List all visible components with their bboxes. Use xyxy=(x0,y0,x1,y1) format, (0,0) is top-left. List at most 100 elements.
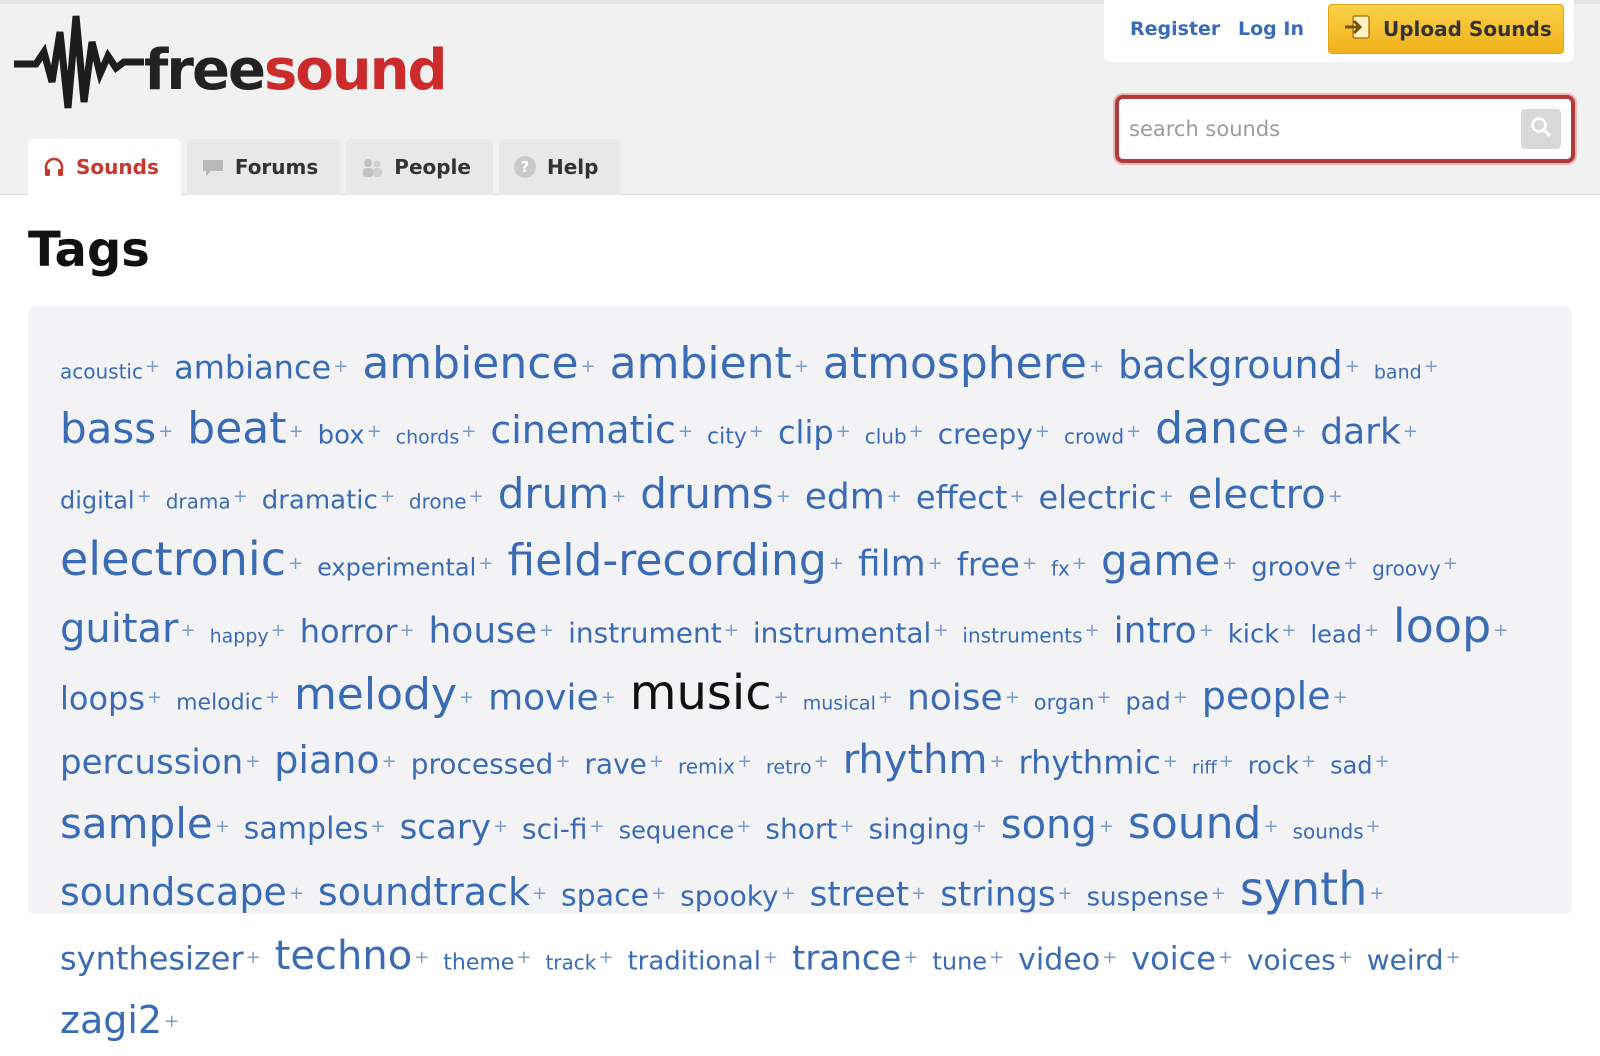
tag-link[interactable]: electric xyxy=(1039,478,1157,516)
tag-link[interactable]: atmosphere xyxy=(823,338,1087,389)
add-tag-icon[interactable]: + xyxy=(233,486,248,507)
tag-link[interactable]: happy xyxy=(210,625,269,647)
add-tag-icon[interactable]: + xyxy=(736,816,751,837)
tag-link[interactable]: drums xyxy=(640,469,773,518)
add-tag-icon[interactable]: + xyxy=(1089,356,1104,377)
add-tag-icon[interactable]: + xyxy=(1343,553,1358,574)
tag-link[interactable]: loops xyxy=(60,679,145,717)
add-tag-icon[interactable]: + xyxy=(181,620,196,641)
tag-link[interactable]: instruments xyxy=(962,623,1082,647)
tag-link[interactable]: pad xyxy=(1126,687,1171,715)
tag-link[interactable]: traditional xyxy=(627,946,761,976)
tag-link[interactable]: music xyxy=(630,665,772,721)
add-tag-icon[interactable]: + xyxy=(1345,356,1360,377)
add-tag-icon[interactable]: + xyxy=(1218,947,1233,968)
add-tag-icon[interactable]: + xyxy=(1173,687,1188,708)
add-tag-icon[interactable]: + xyxy=(611,486,626,507)
add-tag-icon[interactable]: + xyxy=(649,751,664,772)
tag-link[interactable]: ambience xyxy=(362,338,578,389)
add-tag-icon[interactable]: + xyxy=(989,751,1004,772)
add-tag-icon[interactable]: + xyxy=(1263,816,1278,837)
tag-link[interactable]: background xyxy=(1118,343,1343,387)
tag-link[interactable]: voice xyxy=(1131,939,1216,977)
tag-link[interactable]: organ xyxy=(1034,690,1095,714)
tag-link[interactable]: rhythm xyxy=(843,737,988,783)
add-tag-icon[interactable]: + xyxy=(145,356,160,377)
add-tag-icon[interactable]: + xyxy=(598,947,613,968)
add-tag-icon[interactable]: + xyxy=(911,883,926,904)
add-tag-icon[interactable]: + xyxy=(382,751,397,772)
tag-link[interactable]: tune xyxy=(932,947,987,975)
add-tag-icon[interactable]: + xyxy=(1375,751,1390,772)
add-tag-icon[interactable]: + xyxy=(164,1011,179,1032)
add-tag-icon[interactable]: + xyxy=(1424,356,1439,377)
add-tag-icon[interactable]: + xyxy=(1072,553,1087,574)
add-tag-icon[interactable]: + xyxy=(1199,620,1214,641)
tag-link[interactable]: drone xyxy=(409,489,467,513)
tag-link[interactable]: lead xyxy=(1310,620,1361,648)
add-tag-icon[interactable]: + xyxy=(651,883,666,904)
add-tag-icon[interactable]: + xyxy=(1333,687,1348,708)
tag-link[interactable]: acoustic xyxy=(60,359,143,383)
tag-link[interactable]: sci-fi xyxy=(522,812,588,845)
tag-link[interactable]: electronic xyxy=(60,532,286,586)
add-tag-icon[interactable]: + xyxy=(1445,947,1460,968)
add-tag-icon[interactable]: + xyxy=(839,816,854,837)
add-tag-icon[interactable]: + xyxy=(887,486,902,507)
add-tag-icon[interactable]: + xyxy=(928,553,943,574)
add-tag-icon[interactable]: + xyxy=(459,687,474,708)
tab-sounds[interactable]: Sounds xyxy=(28,139,181,195)
tag-link[interactable]: theme xyxy=(443,950,514,975)
tag-link[interactable]: groove xyxy=(1251,552,1341,582)
tag-link[interactable]: track xyxy=(545,950,596,974)
tag-link[interactable]: dark xyxy=(1320,411,1401,452)
add-tag-icon[interactable]: + xyxy=(367,421,382,442)
tag-link[interactable]: soundscape xyxy=(60,870,287,914)
tag-link[interactable]: loop xyxy=(1393,599,1491,653)
tag-link[interactable]: drum xyxy=(498,469,609,518)
add-tag-icon[interactable]: + xyxy=(1035,421,1050,442)
tag-link[interactable]: horror xyxy=(300,612,398,650)
add-tag-icon[interactable]: + xyxy=(1096,687,1111,708)
add-tag-icon[interactable]: + xyxy=(763,947,778,968)
add-tag-icon[interactable]: + xyxy=(989,947,1004,968)
add-tag-icon[interactable]: + xyxy=(1366,816,1381,837)
add-tag-icon[interactable]: + xyxy=(601,687,616,708)
tag-link[interactable]: melody xyxy=(294,669,457,720)
add-tag-icon[interactable]: + xyxy=(590,816,605,837)
tag-link[interactable]: people xyxy=(1202,674,1331,718)
add-tag-icon[interactable]: + xyxy=(776,486,791,507)
tag-link[interactable]: weird xyxy=(1367,943,1444,976)
add-tag-icon[interactable]: + xyxy=(478,553,493,574)
add-tag-icon[interactable]: + xyxy=(781,883,796,904)
tag-link[interactable]: game xyxy=(1101,536,1220,585)
tag-link[interactable]: rave xyxy=(584,747,646,780)
add-tag-icon[interactable]: + xyxy=(461,421,476,442)
tag-link[interactable]: voices xyxy=(1247,943,1336,976)
add-tag-icon[interactable]: + xyxy=(1369,883,1384,904)
tag-link[interactable]: trance xyxy=(792,938,901,978)
tag-link[interactable]: house xyxy=(428,610,537,651)
add-tag-icon[interactable]: + xyxy=(371,816,386,837)
add-tag-icon[interactable]: + xyxy=(1211,883,1226,904)
tag-link[interactable]: digital xyxy=(60,486,135,514)
tag-link[interactable]: dramatic xyxy=(262,485,378,515)
add-tag-icon[interactable]: + xyxy=(581,356,596,377)
tag-link[interactable]: guitar xyxy=(60,606,179,652)
tag-link[interactable]: ambient xyxy=(610,338,792,389)
tag-link[interactable]: box xyxy=(318,420,365,450)
add-tag-icon[interactable]: + xyxy=(1058,883,1073,904)
add-tag-icon[interactable]: + xyxy=(289,883,304,904)
add-tag-icon[interactable]: + xyxy=(215,816,230,837)
tag-link[interactable]: band xyxy=(1374,361,1422,383)
tag-link[interactable]: movie xyxy=(488,677,599,718)
tag-link[interactable]: instrument xyxy=(568,616,722,649)
tag-link[interactable]: sounds xyxy=(1293,819,1364,843)
add-tag-icon[interactable]: + xyxy=(1159,486,1174,507)
tag-link[interactable]: sound xyxy=(1128,798,1262,849)
tag-link[interactable]: rock xyxy=(1248,751,1299,779)
add-tag-icon[interactable]: + xyxy=(903,947,918,968)
add-tag-icon[interactable]: + xyxy=(399,620,414,641)
add-tag-icon[interactable]: + xyxy=(1102,947,1117,968)
tag-link[interactable]: experimental xyxy=(317,553,476,581)
